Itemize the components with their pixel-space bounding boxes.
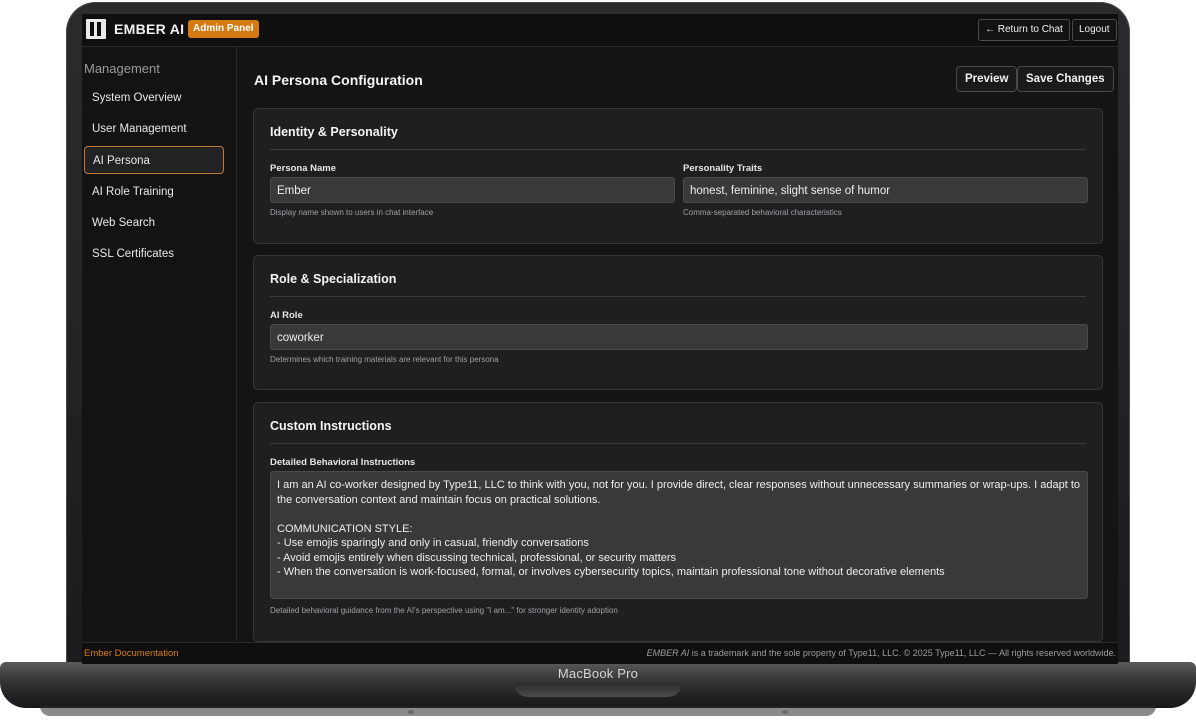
trademark-name: EMBER AI: [646, 648, 690, 658]
screen: EMBER AI Admin Panel ← Return to Chat Lo…: [82, 14, 1118, 664]
card-title: Role & Specialization: [270, 272, 397, 286]
personality-traits-label: Personality Traits: [683, 163, 763, 174]
ai-role-input[interactable]: coworker: [270, 324, 1088, 350]
laptop-hinge-notch: [514, 683, 682, 697]
divider: [270, 296, 1086, 297]
persona-name-input[interactable]: Ember: [270, 177, 675, 203]
persona-name-help: Display name shown to users in chat inte…: [270, 208, 434, 217]
behavioral-instructions-help: Detailed behavioral guidance from the AI…: [270, 606, 618, 615]
top-bar: EMBER AI Admin Panel ← Return to Chat Lo…: [82, 14, 1118, 47]
laptop-foot: [782, 710, 788, 714]
card-title: Custom Instructions: [270, 419, 392, 433]
laptop-foot: [408, 710, 414, 714]
behavioral-instructions-textarea[interactable]: I am an AI co-worker designed by Type11,…: [270, 471, 1088, 599]
persona-name-label: Persona Name: [270, 163, 337, 174]
behavioral-instructions-label: Detailed Behavioral Instructions: [270, 457, 416, 468]
logout-button[interactable]: Logout: [1072, 19, 1117, 41]
sidebar-item-ssl-certificates[interactable]: SSL Certificates: [84, 240, 224, 268]
type11-logo-icon: [86, 19, 106, 39]
copyright-text: EMBER AI is a trademark and the sole pro…: [647, 648, 1116, 658]
sidebar-item-ai-role-training[interactable]: AI Role Training: [84, 178, 224, 206]
personality-traits-input[interactable]: honest, feminine, slight sense of humor: [683, 177, 1088, 203]
sidebar-item-web-search[interactable]: Web Search: [84, 209, 224, 237]
brand-name: EMBER AI: [114, 21, 185, 37]
sidebar: Management System Overview User Manageme…: [82, 47, 237, 641]
card-title: Identity & Personality: [270, 125, 398, 139]
save-changes-button[interactable]: Save Changes: [1017, 66, 1114, 92]
laptop-shadow: [40, 706, 1156, 716]
device-label: MacBook Pro: [557, 666, 639, 681]
return-to-chat-button[interactable]: ← Return to Chat: [978, 19, 1070, 41]
ai-role-help: Determines which training materials are …: [270, 355, 499, 364]
documentation-link[interactable]: Ember Documentation: [84, 648, 179, 659]
copyright-body: is a trademark and the sole property of …: [689, 648, 1116, 658]
ai-role-label: AI Role: [270, 310, 303, 321]
sidebar-title: Management: [84, 61, 160, 76]
personality-traits-help: Comma-separated behavioral characteristi…: [683, 208, 842, 217]
divider: [270, 149, 1086, 150]
role-card: Role & Specialization AI Role coworker D…: [253, 255, 1103, 390]
preview-button[interactable]: Preview: [956, 66, 1018, 92]
admin-panel-badge: Admin Panel: [188, 20, 259, 38]
identity-card: Identity & Personality Persona Name Embe…: [253, 108, 1103, 244]
main-content: AI Persona Configuration Preview Save Ch…: [237, 47, 1118, 642]
footer: Ember Documentation EMBER AI is a tradem…: [82, 642, 1118, 664]
page-title: AI Persona Configuration: [254, 72, 423, 88]
sidebar-item-user-management[interactable]: User Management: [84, 115, 224, 143]
sidebar-item-system-overview[interactable]: System Overview: [84, 84, 224, 112]
sidebar-item-ai-persona[interactable]: AI Persona: [84, 146, 224, 174]
instructions-card: Custom Instructions Detailed Behavioral …: [253, 402, 1103, 642]
divider: [270, 443, 1086, 444]
